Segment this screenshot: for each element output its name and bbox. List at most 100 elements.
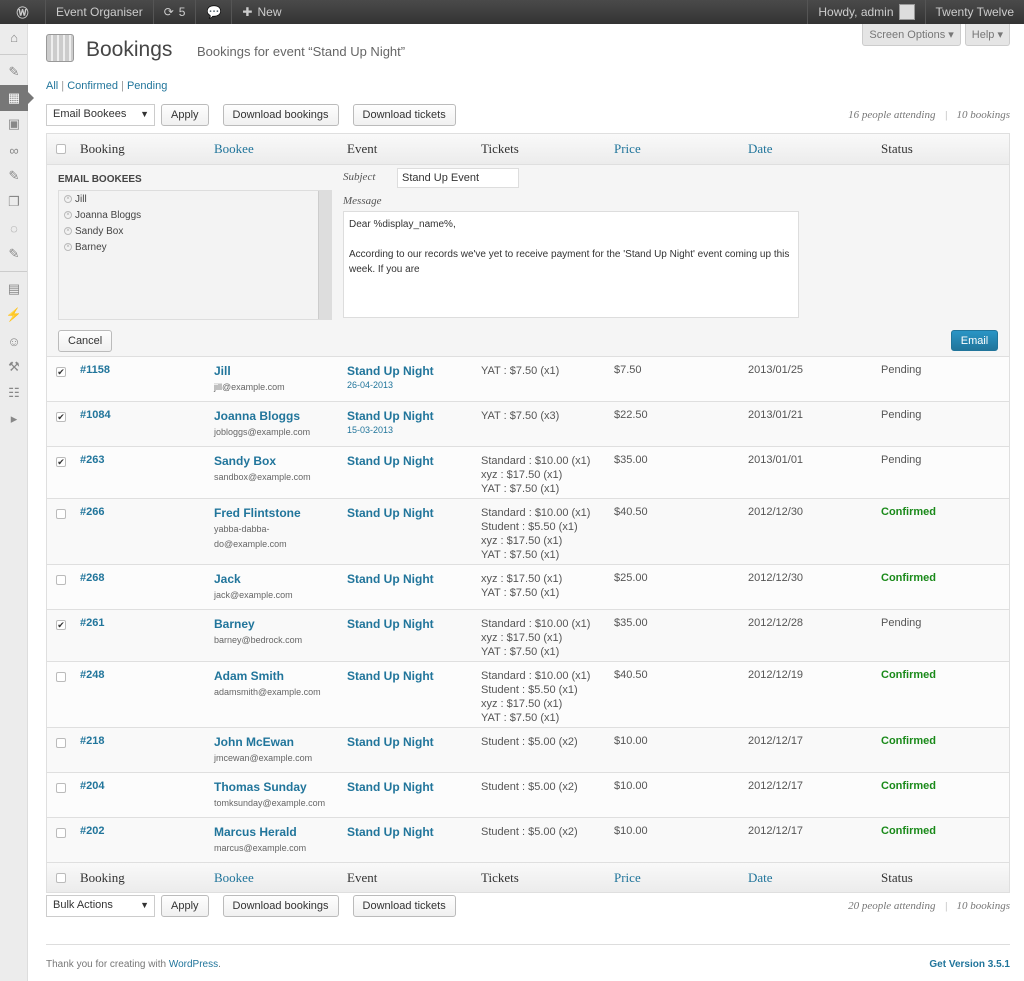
remove-recipient-icon[interactable]: × — [64, 227, 72, 235]
bookee-name-link[interactable]: Thomas Sunday — [214, 780, 307, 794]
row-checkbox[interactable] — [56, 828, 66, 838]
site-name-link[interactable]: Event Organiser — [46, 0, 154, 24]
booking-id-link[interactable]: #263 — [80, 454, 104, 466]
column-header-bookee[interactable]: Bookee — [214, 870, 254, 886]
booking-id-link[interactable]: #204 — [80, 780, 104, 792]
column-header-price[interactable]: Price — [614, 141, 641, 157]
table-row: #266 Fred Flintstone yabba-dabba-do@exampl… — [47, 498, 1009, 564]
plugins-icon[interactable]: ⚡ — [0, 302, 28, 328]
filter-all[interactable]: All — [46, 80, 58, 92]
bookee-name-link[interactable]: Joanna Bloggs — [214, 409, 300, 423]
remove-recipient-icon[interactable]: × — [64, 243, 72, 251]
pages-icon[interactable]: ❐ — [0, 189, 28, 215]
filter-confirmed[interactable]: Confirmed — [67, 80, 118, 92]
separator: | — [944, 109, 948, 121]
message-textarea[interactable]: Dear %display_name%, According to our re… — [343, 211, 799, 318]
event-link[interactable]: Stand Up Night — [347, 364, 434, 378]
download-bookings-button[interactable]: Download bookings — [222, 104, 339, 126]
cancel-button[interactable]: Cancel — [58, 330, 113, 352]
users-icon[interactable]: ☺ — [0, 328, 28, 354]
bookee-name-link[interactable]: John McEwan — [214, 735, 294, 749]
booking-id-link[interactable]: #261 — [80, 617, 104, 629]
calendar-page-icon — [46, 34, 74, 62]
row-checkbox[interactable] — [56, 575, 66, 585]
wordpress-link[interactable]: WordPress — [169, 959, 218, 970]
booking-id-link[interactable]: #268 — [80, 572, 104, 584]
apply-button[interactable]: Apply — [161, 104, 209, 126]
event-link[interactable]: Stand Up Night — [347, 669, 434, 683]
media-icon[interactable]: ▣ — [0, 111, 28, 137]
download-tickets-button-bottom[interactable]: Download tickets — [352, 895, 456, 917]
bulk-action-select[interactable]: Email Bookees ▼ — [46, 104, 155, 126]
row-checkbox[interactable] — [56, 509, 66, 519]
event-link[interactable]: Stand Up Night — [347, 780, 434, 794]
posts-icon[interactable]: ✎ — [0, 59, 28, 85]
event-link[interactable]: Stand Up Night — [347, 506, 434, 520]
row-checkbox[interactable] — [56, 783, 66, 793]
booking-id-link[interactable]: #248 — [80, 669, 104, 681]
wordpress-logo-icon[interactable]: Ⓦ — [0, 0, 46, 24]
scrollbar[interactable] — [318, 191, 331, 319]
settings-icon[interactable]: ☷ — [0, 380, 28, 406]
theme-link[interactable]: Twenty Twelve — [924, 0, 1024, 24]
links-icon[interactable]: ∞ — [0, 137, 28, 163]
bulk-action-select-bottom[interactable]: Bulk Actions ▼ — [46, 895, 155, 917]
remove-recipient-icon[interactable]: × — [64, 195, 72, 203]
tools-icon[interactable]: ⚒ — [0, 354, 28, 380]
booking-id-link[interactable]: #1158 — [80, 364, 110, 376]
bookee-name-link[interactable]: Sandy Box — [214, 454, 276, 468]
event-link[interactable]: Stand Up Night — [347, 617, 434, 631]
appearance-icon[interactable]: ▤ — [0, 276, 28, 302]
column-header-date[interactable]: Date — [748, 141, 773, 157]
collapse-menu-icon[interactable]: ▸ — [0, 406, 28, 432]
bookee-name-link[interactable]: Adam Smith — [214, 669, 284, 683]
event-link[interactable]: Stand Up Night — [347, 735, 434, 749]
row-checkbox[interactable] — [56, 672, 66, 682]
booking-id-link[interactable]: #1084 — [80, 409, 111, 421]
comments-link[interactable]: 💬 — [196, 0, 233, 24]
row-checkbox[interactable]: ✔ — [56, 367, 66, 377]
recipient-list[interactable]: × Jill × Joanna Bloggs × Sandy Box × Barney — [58, 190, 332, 320]
bookee-name-link[interactable]: Marcus Herald — [214, 825, 297, 839]
event-link[interactable]: Stand Up Night — [347, 409, 434, 423]
select-all-checkbox[interactable] — [56, 873, 66, 883]
row-checkbox[interactable] — [56, 738, 66, 748]
column-header-date[interactable]: Date — [748, 870, 773, 886]
get-version-link[interactable]: Get Version 3.5.1 — [929, 959, 1010, 970]
bookee-name-link[interactable]: Barney — [214, 617, 255, 631]
apply-button-bottom[interactable]: Apply — [161, 895, 209, 917]
row-checkbox[interactable]: ✔ — [56, 457, 66, 467]
updates-link[interactable]: ⟳ 5 — [154, 0, 197, 24]
bookee-name-link[interactable]: Jack — [214, 572, 241, 586]
account-menu[interactable]: Howdy, admin — [807, 0, 924, 24]
remove-recipient-icon[interactable]: × — [64, 211, 72, 219]
booking-id-link[interactable]: #266 — [80, 506, 104, 518]
events-calendar-icon[interactable]: ▦ — [0, 85, 34, 111]
download-tickets-button[interactable]: Download tickets — [352, 104, 456, 126]
select-all-checkbox[interactable] — [56, 144, 66, 154]
bookee-name-link[interactable]: Jill — [214, 364, 231, 378]
column-header-price[interactable]: Price — [614, 870, 641, 886]
event-link[interactable]: Stand Up Night — [347, 572, 434, 586]
row-checkbox[interactable]: ✔ — [56, 412, 66, 422]
tickets-cell: Standard : $10.00 (x1) Student : $5.50 (x… — [481, 506, 590, 562]
row-checkbox[interactable]: ✔ — [56, 620, 66, 630]
subject-input[interactable]: Stand Up Event — [397, 168, 519, 188]
help-button[interactable]: Help ▾ — [964, 24, 1010, 46]
pin2-icon[interactable]: ✎ — [0, 241, 28, 267]
download-bookings-button-bottom[interactable]: Download bookings — [222, 895, 339, 917]
filter-pending[interactable]: Pending — [127, 80, 167, 92]
event-link[interactable]: Stand Up Night — [347, 825, 434, 839]
pin-icon[interactable]: ✎ — [0, 163, 28, 189]
send-email-button[interactable]: Email — [951, 330, 998, 351]
screen-options-button[interactable]: Screen Options ▾ — [862, 24, 961, 46]
new-content-link[interactable]: ✚ New — [232, 0, 291, 24]
booking-id-link[interactable]: #218 — [80, 735, 104, 747]
event-link[interactable]: Stand Up Night — [347, 454, 434, 468]
comments-icon[interactable]: ◌ — [0, 215, 28, 241]
ticket-line: YAT : $7.50 (x1) — [481, 712, 560, 724]
booking-id-link[interactable]: #202 — [80, 825, 104, 837]
column-header-bookee[interactable]: Bookee — [214, 141, 254, 157]
bookee-name-link[interactable]: Fred Flintstone — [214, 506, 301, 520]
dashboard-icon[interactable]: ⌂ — [0, 24, 28, 50]
